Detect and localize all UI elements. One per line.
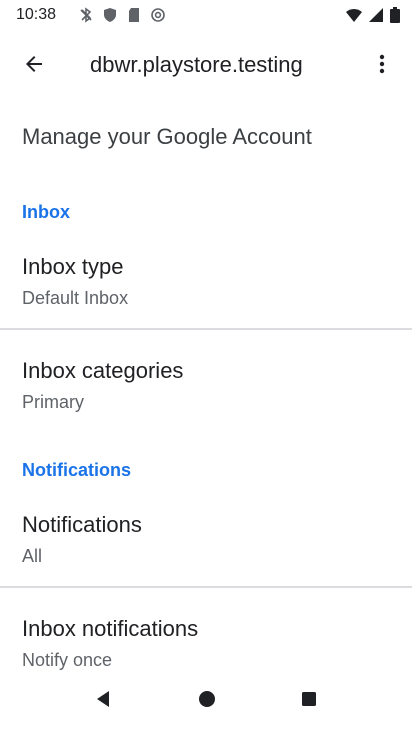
- inbox-type-setting[interactable]: Inbox type Default Inbox: [0, 248, 412, 328]
- status-bar: 10:38: [0, 0, 412, 32]
- notifications-setting[interactable]: Notifications All: [0, 508, 412, 582]
- settings-list: Manage your Google Account Inbox Inbox t…: [0, 98, 412, 670]
- status-time: 10:38: [16, 6, 57, 23]
- nav-home-button[interactable]: [192, 686, 222, 716]
- notifications-section-header: Notifications: [22, 460, 132, 480]
- inbox-categories-summary: Primary: [22, 392, 84, 412]
- sd-card-icon: [126, 7, 142, 23]
- nav-home-icon: [197, 689, 217, 714]
- wifi-icon: [346, 7, 362, 23]
- arrow-back-icon: [22, 52, 46, 81]
- signal-icon: [368, 7, 384, 23]
- nav-recents-button[interactable]: [294, 686, 324, 716]
- shield-icon: [102, 7, 118, 23]
- inbox-notifications-title: Inbox notifications: [22, 616, 199, 641]
- nav-recents-icon: [299, 689, 319, 714]
- status-right-icons: [346, 7, 400, 23]
- status-left-icons: [78, 7, 166, 23]
- overflow-menu-button[interactable]: [362, 46, 402, 86]
- nav-back-button[interactable]: [88, 686, 118, 716]
- notifications-summary: All: [22, 546, 43, 566]
- inbox-type-summary: Default Inbox: [22, 288, 129, 308]
- nav-back-icon: [93, 689, 113, 714]
- inbox-section-header: Inbox: [22, 202, 70, 222]
- inbox-categories-title: Inbox categories: [22, 358, 184, 383]
- battery-icon: [390, 7, 400, 23]
- manage-account-link[interactable]: Manage your Google Account: [22, 124, 312, 150]
- at-sign-icon: [150, 7, 166, 23]
- back-button[interactable]: [14, 46, 54, 86]
- app-title: dbwr.playstore.testing: [90, 52, 303, 77]
- inbox-notifications-setting[interactable]: Inbox notifications Notify once: [0, 612, 412, 670]
- inbox-notifications-summary: Notify once: [22, 650, 113, 670]
- inbox-type-title: Inbox type: [22, 254, 124, 279]
- bluetooth-off-icon: [78, 7, 94, 23]
- system-nav-bar: [0, 670, 412, 732]
- divider: [0, 328, 412, 330]
- divider: [0, 586, 412, 588]
- app-bar: dbwr.playstore.testing: [0, 32, 412, 98]
- notifications-title: Notifications: [22, 512, 142, 537]
- inbox-categories-setting[interactable]: Inbox categories Primary: [0, 354, 412, 428]
- more-vert-icon: [370, 52, 394, 81]
